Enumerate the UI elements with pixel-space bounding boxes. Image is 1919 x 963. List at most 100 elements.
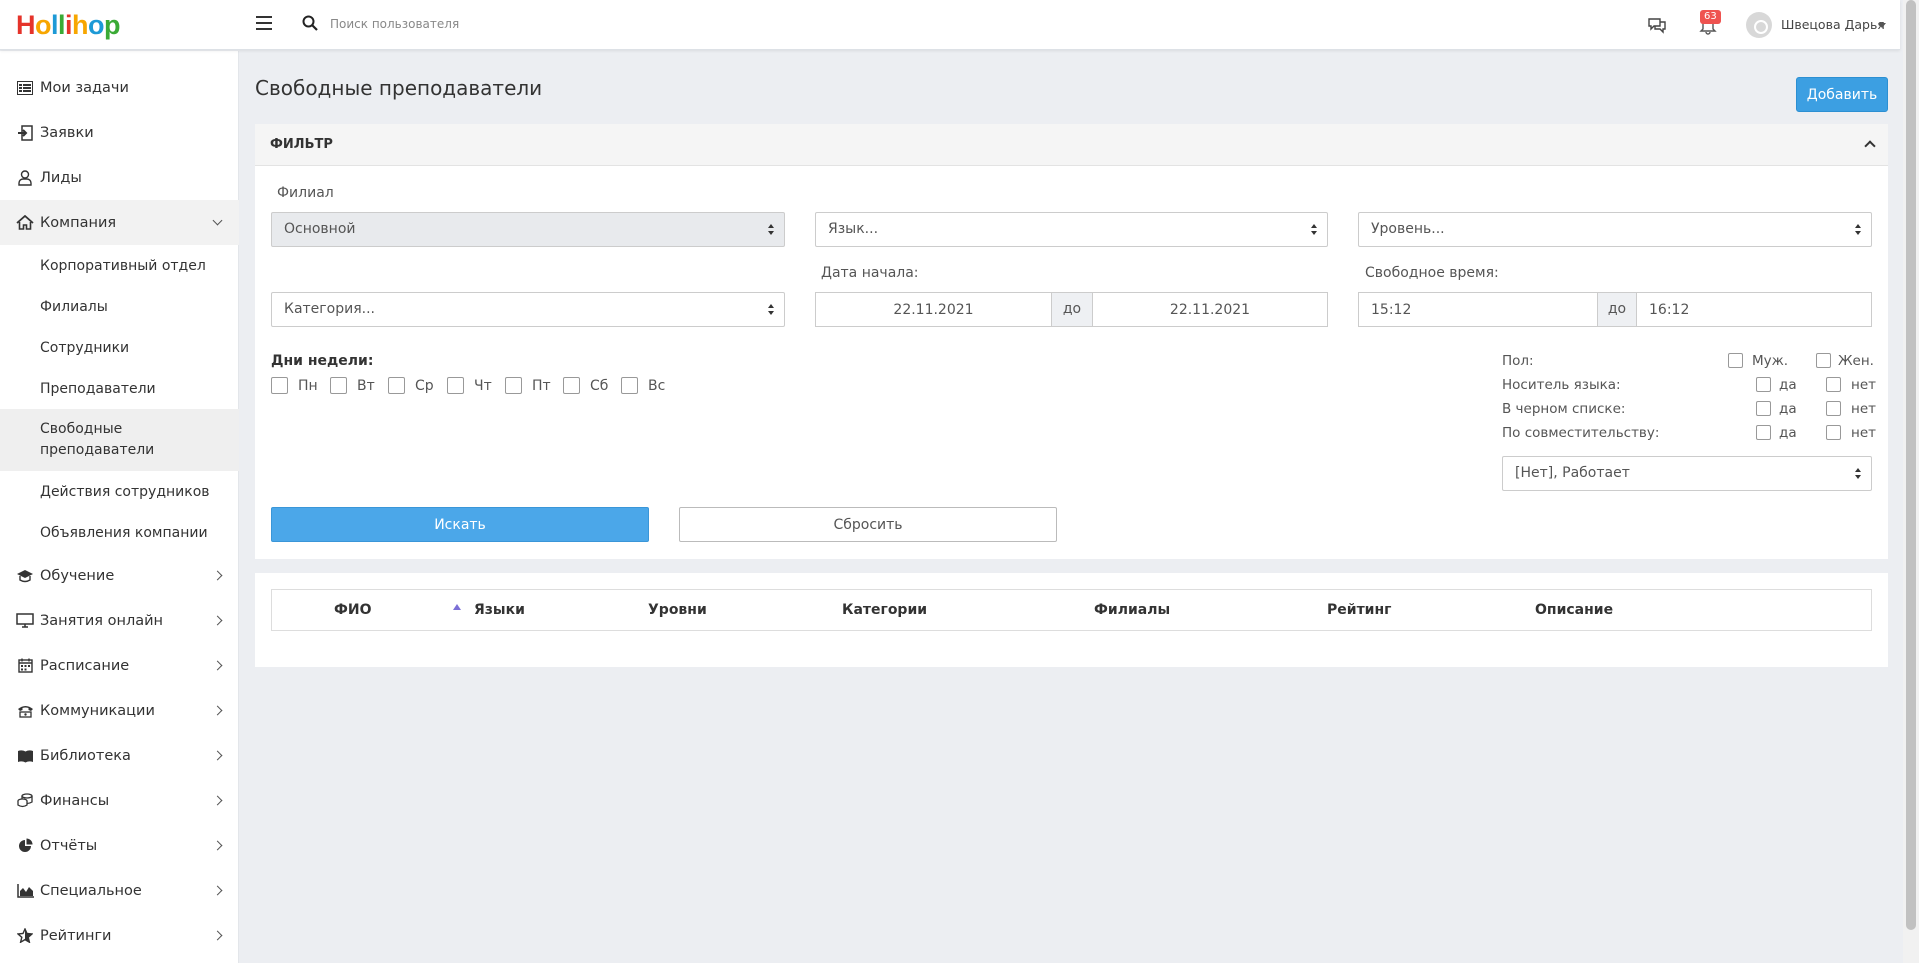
top-bar: Hollihop 63 Швецова Дарья — [0, 0, 1900, 50]
weekday-label: Пт — [532, 378, 551, 394]
column-header-branches[interactable]: Филиалы — [1094, 602, 1170, 618]
date-from-input[interactable] — [815, 292, 1052, 327]
status-select[interactable]: [Нет], Работает — [1502, 456, 1872, 491]
logo-letter: h — [72, 10, 89, 40]
native-speaker-label: Носитель языка: — [1502, 377, 1621, 393]
reset-button[interactable]: Сбросить — [679, 507, 1057, 542]
select-arrows-icon — [768, 224, 774, 236]
branch-select-value: Основной — [284, 221, 356, 237]
sidebar-item-label: Библиотека — [40, 747, 131, 764]
sidebar-item-communications[interactable]: Коммуникации — [0, 688, 239, 733]
no-label: нет — [1851, 377, 1876, 393]
branch-select[interactable]: Основной — [271, 212, 785, 247]
user-avatar[interactable] — [1746, 12, 1772, 38]
user-search-input[interactable] — [330, 12, 630, 36]
chevron-right-icon — [212, 930, 223, 941]
user-menu-caret-icon[interactable] — [1878, 23, 1886, 28]
sidebar-subitem-label: Преподаватели — [40, 380, 156, 397]
sidebar-item-label: Специальное — [40, 882, 142, 899]
time-from-input[interactable] — [1358, 292, 1598, 327]
page-scrollbar[interactable] — [1903, 0, 1919, 963]
chevron-right-icon — [212, 795, 223, 806]
star-icon — [16, 928, 34, 944]
sidebar-subitem-employees[interactable]: Сотрудники — [0, 327, 239, 368]
date-to-input[interactable] — [1092, 292, 1328, 327]
start-date-label: Дата начала: — [821, 265, 919, 281]
sidebar-subitem-announcements[interactable]: Объявления компании — [0, 512, 239, 553]
no-label: нет — [1851, 425, 1876, 441]
blacklist-yes-checkbox[interactable] — [1756, 401, 1771, 416]
language-select[interactable]: Язык... — [815, 212, 1328, 247]
weekday-checkbox-mon[interactable] — [271, 377, 288, 394]
column-header-languages[interactable]: Языки — [474, 602, 525, 618]
column-header-description[interactable]: Описание — [1535, 602, 1613, 618]
weekday-checkbox-tue[interactable] — [330, 377, 347, 394]
sidebar-item-reports[interactable]: Отчёты — [0, 823, 239, 868]
chat-icon[interactable] — [1647, 16, 1667, 34]
table-header: ФИО Языки Уровни Категории Филиалы Рейти… — [271, 589, 1872, 631]
gender-female-label: Жен. — [1838, 353, 1874, 369]
add-button[interactable]: Добавить — [1796, 77, 1888, 112]
menu-toggle-icon[interactable] — [256, 16, 272, 30]
parttime-yes-checkbox[interactable] — [1756, 425, 1771, 440]
parttime-no-checkbox[interactable] — [1826, 425, 1841, 440]
filter-panel-header[interactable]: ФИЛЬТР — [255, 124, 1888, 166]
time-to-input[interactable] — [1636, 292, 1872, 327]
search-button[interactable]: Искать — [271, 507, 649, 542]
sidebar-subitem-label: Свободные преподаватели — [40, 421, 155, 458]
column-header-levels[interactable]: Уровни — [648, 602, 707, 618]
chevron-right-icon — [212, 570, 223, 581]
blacklist-no-checkbox[interactable] — [1826, 401, 1841, 416]
column-header-categories[interactable]: Категории — [842, 602, 927, 618]
user-icon — [16, 169, 34, 186]
notifications-badge[interactable]: 63 — [1700, 10, 1721, 24]
sidebar-item-finance[interactable]: Финансы — [0, 778, 239, 823]
time-range-separator: до — [1598, 292, 1636, 327]
sidebar-subitem-corporate[interactable]: Корпоративный отдел — [0, 245, 239, 286]
weekday-checkbox-fri[interactable] — [505, 377, 522, 394]
sidebar-subitem-branches[interactable]: Филиалы — [0, 286, 239, 327]
sidebar-item-leads[interactable]: Лиды — [0, 155, 239, 200]
hollihop-logo[interactable]: Hollihop — [16, 10, 121, 40]
gender-label: Пол: — [1502, 353, 1534, 369]
sidebar-item-my-tasks[interactable]: Мои задачи — [0, 65, 239, 110]
sort-ascending-icon[interactable] — [453, 604, 461, 610]
scrollbar-thumb[interactable] — [1906, 0, 1916, 930]
sidebar-item-company[interactable]: Компания — [0, 200, 239, 245]
select-arrows-icon — [768, 304, 774, 316]
column-header-rating[interactable]: Рейтинг — [1327, 602, 1391, 618]
sidebar-item-requests[interactable]: Заявки — [0, 110, 239, 155]
user-name[interactable]: Швецова Дарья — [1781, 17, 1885, 32]
weekday-checkbox-sun[interactable] — [621, 377, 638, 394]
sidebar-item-online-classes[interactable]: Занятия онлайн — [0, 598, 239, 643]
sidebar-subitem-staff-actions[interactable]: Действия сотрудников — [0, 471, 239, 512]
sidebar-item-ratings[interactable]: Рейтинги — [0, 913, 239, 958]
branch-label: Филиал — [277, 185, 334, 201]
sidebar-subitem-teachers[interactable]: Преподаватели — [0, 368, 239, 409]
weekday-checkbox-thu[interactable] — [447, 377, 464, 394]
weekday-checkbox-wed[interactable] — [388, 377, 405, 394]
column-header-name[interactable]: ФИО — [334, 602, 372, 618]
chevron-right-icon — [212, 750, 223, 761]
sidebar-item-education[interactable]: Обучение — [0, 553, 239, 598]
chevron-up-icon[interactable] — [1864, 140, 1876, 152]
sidebar-item-schedule[interactable]: Расписание — [0, 643, 239, 688]
sidebar-item-special[interactable]: Специальное — [0, 868, 239, 913]
weekday-checkbox-sat[interactable] — [563, 377, 580, 394]
gender-female-checkbox[interactable] — [1816, 353, 1831, 368]
parttime-label: По совместительству: — [1502, 425, 1660, 441]
weekday-label: Чт — [474, 378, 492, 394]
logo-letter: l — [58, 10, 66, 40]
sidebar-item-library[interactable]: Библиотека — [0, 733, 239, 778]
calendar-icon — [16, 658, 34, 674]
gender-male-checkbox[interactable] — [1728, 353, 1743, 368]
sidebar-item-label: Финансы — [40, 792, 110, 809]
native-no-checkbox[interactable] — [1826, 377, 1841, 392]
category-select[interactable]: Категория... — [271, 292, 785, 327]
free-time-label: Свободное время: — [1365, 265, 1499, 281]
weekday-label: Вс — [648, 378, 666, 394]
level-select[interactable]: Уровень... — [1358, 212, 1872, 247]
status-select-value: [Нет], Работает — [1515, 465, 1630, 481]
sidebar-subitem-free-teachers[interactable]: Свободные преподаватели — [0, 409, 239, 471]
native-yes-checkbox[interactable] — [1756, 377, 1771, 392]
